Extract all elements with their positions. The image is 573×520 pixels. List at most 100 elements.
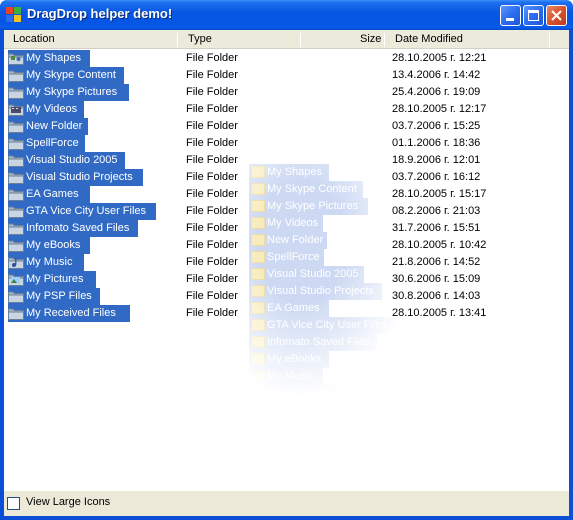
folder-icon: [8, 120, 24, 133]
item-date-modified: 18.9.2006 г. 12:01: [392, 154, 481, 166]
folder-icon: [8, 86, 24, 99]
item-date-modified: 28.10.2005 г. 10:42: [392, 239, 487, 251]
drag-ghost-item: Infomato Saved Files: [249, 334, 399, 351]
item-name: My Skype Pictures: [26, 86, 118, 98]
list-item[interactable]: My Shapes File Folder 28.10.2005 г. 12:21: [4, 50, 569, 67]
drag-ghost-label: My Music: [267, 370, 314, 382]
shapes-folder-icon: [8, 52, 24, 65]
item-date-modified: 30.6.2006 г. 15:09: [392, 273, 481, 285]
app-icon: [6, 7, 22, 23]
column-divider[interactable]: [177, 33, 178, 47]
list-item[interactable]: My Skype Pictures File Folder 25.4.2006 г.…: [4, 84, 569, 101]
list-item[interactable]: My Music File Folder 21.8.2006 г. 14:52: [4, 254, 569, 271]
folder-icon: [8, 205, 24, 218]
list-item[interactable]: My PSP Files File Folder 30.8.2006 г. 14:0…: [4, 288, 569, 305]
list-item[interactable]: My eBooks File Folder 28.10.2005 г. 10:42: [4, 237, 569, 254]
item-date-modified: 01.1.2006 г. 18:36: [392, 137, 481, 149]
minimize-icon: [506, 18, 514, 21]
item-date-modified: 03.7.2006 г. 16:12: [392, 171, 481, 183]
window-title: DragDrop helper demo!: [27, 6, 173, 21]
large-icons-checkbox[interactable]: [7, 497, 20, 510]
item-date-modified: 03.7.2006 г. 15:25: [392, 120, 481, 132]
item-type: File Folder: [186, 120, 238, 132]
item-date-modified: 28.10.2005 г. 15:17: [392, 188, 487, 200]
folder-icon: [8, 137, 24, 150]
drag-ghost-highlight: [249, 385, 335, 402]
folder-icon: [8, 69, 24, 82]
drag-ghost-highlight: [249, 351, 329, 368]
close-icon: [551, 10, 562, 21]
item-name: My Videos: [26, 103, 78, 115]
pictures-folder-icon: [8, 273, 24, 286]
item-name: My Received Files: [26, 307, 116, 319]
list-item[interactable]: SpellForce File Folder 01.1.2006 г. 18:36: [4, 135, 569, 152]
column-divider[interactable]: [549, 33, 550, 47]
item-type: File Folder: [186, 137, 238, 149]
column-divider[interactable]: [384, 33, 385, 47]
item-type: File Folder: [186, 69, 238, 81]
item-type: File Folder: [186, 205, 238, 217]
item-name: New Folder: [26, 120, 83, 132]
drag-ghost-highlight: [249, 334, 377, 351]
item-name: Visual Studio Projects: [26, 171, 133, 183]
maximize-button[interactable]: [523, 5, 544, 26]
column-divider[interactable]: [300, 33, 301, 47]
item-date-modified: 08.2.2006 г. 21:03: [392, 205, 481, 217]
folder-icon: [8, 222, 24, 235]
item-type: File Folder: [186, 188, 238, 200]
list-item[interactable]: My Videos File Folder 28.10.2005 г. 12:17: [4, 101, 569, 118]
item-type: File Folder: [186, 256, 238, 268]
list-item[interactable]: My Pictures File Folder 30.6.2006 г. 15:09: [4, 271, 569, 288]
minimize-button[interactable]: [500, 5, 521, 26]
item-name: My eBooks: [26, 239, 81, 251]
folder-icon: [8, 290, 24, 303]
item-type: File Folder: [186, 171, 238, 183]
column-header-location[interactable]: Location: [13, 30, 55, 49]
drag-ghost-label: Infomato Saved Files: [267, 336, 371, 348]
item-type: File Folder: [186, 222, 238, 234]
item-type: File Folder: [186, 273, 238, 285]
options-bar: View Large Icons: [4, 491, 569, 516]
folder-icon: [8, 239, 24, 252]
item-type: File Folder: [186, 154, 238, 166]
column-header-date-modified[interactable]: Date Modified: [395, 30, 463, 49]
drag-ghost-label: My PSP Files: [267, 404, 333, 416]
item-date-modified: 28.10.2005 г. 12:17: [392, 103, 487, 115]
maximize-icon: [528, 10, 539, 21]
column-header-size[interactable]: Size: [360, 30, 381, 49]
item-date-modified: 21.8.2006 г. 14:52: [392, 256, 481, 268]
folder-icon: [251, 387, 265, 399]
item-type: File Folder: [186, 52, 238, 64]
item-type: File Folder: [186, 290, 238, 302]
drag-ghost-item: My PSP Files: [249, 402, 399, 419]
list-item[interactable]: EA Games File Folder 28.10.2005 г. 15:17: [4, 186, 569, 203]
item-date-modified: 30.8.2006 г. 14:03: [392, 290, 481, 302]
list-item[interactable]: New Folder File Folder 03.7.2006 г. 15:25: [4, 118, 569, 135]
item-name: Visual Studio 2005: [26, 154, 118, 166]
item-date-modified: 28.10.2005 г. 12:21: [392, 52, 487, 64]
list-item[interactable]: Visual Studio Projects File Folder 03.7.20…: [4, 169, 569, 186]
column-header-type[interactable]: Type: [188, 30, 212, 49]
item-name: SpellForce: [26, 137, 79, 149]
list-item[interactable]: My Skype Content File Folder 13.4.2006 г. …: [4, 67, 569, 84]
list-item[interactable]: Visual Studio 2005 File Folder 18.9.2006 г…: [4, 152, 569, 169]
item-name: My Pictures: [26, 273, 84, 285]
drag-ghost-label: My eBooks: [267, 353, 322, 365]
folder-icon: [8, 307, 24, 320]
folder-icon: [251, 336, 265, 348]
item-date-modified: 13.4.2006 г. 14:42: [392, 69, 481, 81]
title-bar[interactable]: DragDrop helper demo!: [0, 0, 573, 30]
list-item[interactable]: Infomato Saved Files File Folder 31.7.2006…: [4, 220, 569, 237]
item-type: File Folder: [186, 239, 238, 251]
item-date-modified: 28.10.2005 г. 13:41: [392, 307, 487, 319]
list-item[interactable]: My Received Files File Folder 28.10.2005 г…: [4, 305, 569, 322]
large-icons-label[interactable]: View Large Icons: [26, 496, 110, 508]
videos-folder-icon: [8, 103, 24, 116]
list-item[interactable]: GTA Vice City User Files File Folder 08.2.…: [4, 203, 569, 220]
list-header: Location Type Size Date Modified: [4, 30, 569, 49]
drag-ghost-item: My eBooks: [249, 351, 399, 368]
folder-icon: [251, 353, 265, 365]
close-button[interactable]: [546, 5, 567, 26]
item-name: My PSP Files: [26, 290, 92, 302]
item-date-modified: 31.7.2006 г. 15:51: [392, 222, 481, 234]
